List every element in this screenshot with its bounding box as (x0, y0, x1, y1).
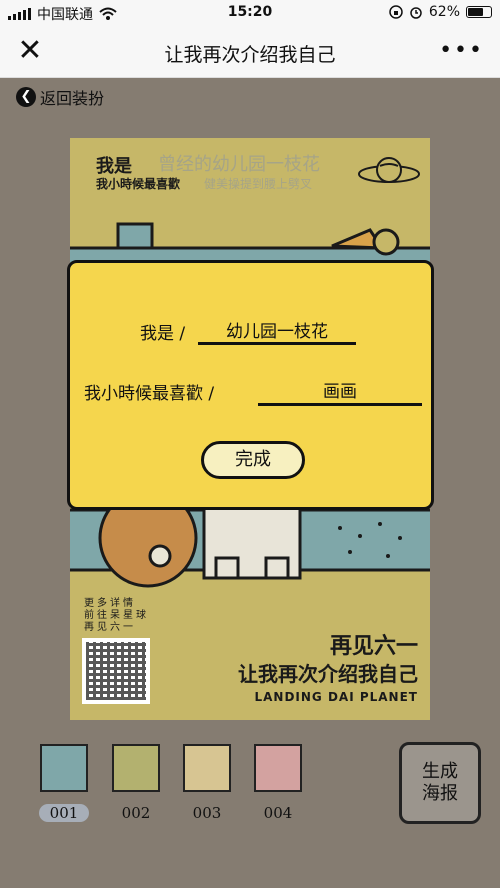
status-right: 62% (389, 4, 492, 20)
poster-slogan: 让我再次介绍我自己 (238, 662, 418, 686)
poster-line2-value: 健美操提到腰上劈叉 (204, 177, 313, 191)
poster-english: LANDING DAI PLANET (254, 690, 418, 704)
favorite-input[interactable] (258, 376, 422, 406)
planet-icon (358, 157, 420, 183)
favorite-label: 我小時候最喜歡 / (84, 384, 215, 404)
battery-icon (466, 6, 492, 18)
alarm-icon (410, 7, 422, 19)
poster-info-line: 前往呆星球 (84, 610, 149, 621)
template-label-002[interactable]: 002 (111, 804, 161, 822)
battery-percent: 62% (428, 4, 460, 20)
status-bar: 中国联通 15:20 62% (0, 0, 500, 26)
poster-info-line: 再见六一 (84, 622, 136, 633)
template-thumb-002[interactable] (112, 744, 160, 792)
generate-label-line2: 海报 (422, 783, 458, 804)
chevron-left-circle-icon: ❮ (16, 87, 36, 107)
back-button[interactable]: ❮ 返回装扮 (16, 85, 104, 109)
page-title: 让我再次介绍我自己 (164, 44, 336, 66)
template-label-003[interactable]: 003 (182, 804, 232, 822)
template-label-001[interactable]: 001 (39, 804, 89, 822)
name-input[interactable] (198, 317, 356, 345)
poster-info-line: 更多详情 (84, 598, 136, 609)
template-thumb-004[interactable] (254, 744, 302, 792)
poster-line2-prefix: 我小時候最喜歡 (96, 177, 181, 191)
more-icon[interactable]: ••• (439, 38, 484, 63)
nav-bar: ✕ 让我再次介绍我自己 ••• (0, 26, 500, 78)
poster-line1-value: 曾经的幼儿园一枝花 (158, 154, 320, 175)
name-label: 我是 / (140, 324, 186, 344)
poster-headline: 再见六一 (329, 634, 418, 659)
template-thumb-001[interactable] (40, 744, 88, 792)
done-button[interactable]: 完成 (201, 441, 305, 479)
template-thumb-003[interactable] (183, 744, 231, 792)
template-picker: 001 002 003 004 (38, 744, 338, 834)
qr-code (82, 638, 150, 704)
edit-dialog: 我是 / 我小時候最喜歡 / 完成 (67, 260, 434, 510)
generate-poster-button[interactable]: 生成 海报 (399, 742, 481, 824)
back-label: 返回装扮 (40, 89, 105, 108)
generate-label-line1: 生成 (422, 761, 458, 782)
template-label-004[interactable]: 004 (253, 804, 303, 822)
poster-info: 更多详情 前往呆星球 再见六一 (84, 598, 149, 634)
rotation-lock-icon (389, 5, 403, 19)
